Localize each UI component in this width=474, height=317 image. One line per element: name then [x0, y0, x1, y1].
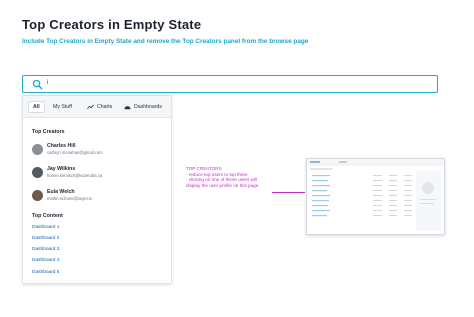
search-icon: [32, 79, 43, 90]
creator-name: Eula Welch: [47, 189, 75, 195]
tab-dashboards-label: Dashboards: [134, 104, 162, 110]
creator-name: Jay Wilkins: [47, 166, 76, 172]
tab-all-label: All: [33, 104, 40, 110]
content-link-dashboard-5[interactable]: Dashboard 5: [32, 270, 59, 275]
tab-dashboards[interactable]: Dashboards: [120, 101, 166, 113]
tab-charts-label: Charts: [97, 104, 113, 110]
creator-email: homer.kirmisch@kozendra.ca: [47, 173, 103, 178]
creator-email: cathryn.monahan@gmail.com: [47, 150, 103, 155]
tab-all[interactable]: All: [28, 101, 45, 113]
browse-page-thumbnail: [306, 158, 445, 235]
page-title: Top Creators in Empty State: [22, 17, 202, 32]
annotation-connector-line: [272, 192, 305, 193]
tab-my-stuff[interactable]: My Stuff: [49, 101, 76, 113]
content-link-dashboard-1[interactable]: Dashboard 1: [32, 225, 59, 230]
chart-line-icon: [87, 104, 94, 109]
creator-item[interactable]: Charles Hill cathryn.monahan@gmail.com: [32, 142, 167, 158]
creator-item[interactable]: Jay Wilkins homer.kirmisch@kozendra.ca: [32, 165, 167, 181]
top-creators-heading: Top Creators: [32, 129, 65, 135]
avatar: [32, 167, 43, 178]
design-annotation: TOP CREATORS - reduce top users to top t…: [186, 166, 286, 189]
avatar: [32, 144, 43, 155]
dashboard-icon: [124, 106, 131, 110]
content-link-dashboard-4[interactable]: Dashboard 4: [32, 258, 59, 263]
page-subtitle: Include Top Creators in Empty State and …: [22, 38, 309, 45]
content-link-dashboard-3[interactable]: Dashboard 3: [32, 247, 59, 252]
content-link-dashboard-2[interactable]: Dashboard 2: [32, 236, 59, 241]
top-content-heading: Top Content: [32, 213, 63, 219]
tab-charts[interactable]: Charts: [83, 101, 116, 113]
search-bar[interactable]: i: [22, 75, 438, 93]
creator-name: Charles Hill: [47, 143, 76, 149]
browse-page-thumbnail-image: [307, 159, 444, 231]
avatar: [32, 190, 43, 201]
creator-item[interactable]: Eula Welch martin.schoen@boyer.tv: [32, 188, 167, 204]
creator-email: martin.schoen@boyer.tv: [47, 196, 93, 201]
tab-bar: All My Stuff Charts Dashboards: [23, 96, 171, 118]
tab-my-stuff-label: My Stuff: [53, 104, 72, 110]
search-dropdown-panel: All My Stuff Charts Dashboards Top Creat…: [22, 95, 172, 284]
search-input[interactable]: i: [47, 80, 48, 86]
annotation-line: display the user profile on this page: [186, 183, 259, 189]
